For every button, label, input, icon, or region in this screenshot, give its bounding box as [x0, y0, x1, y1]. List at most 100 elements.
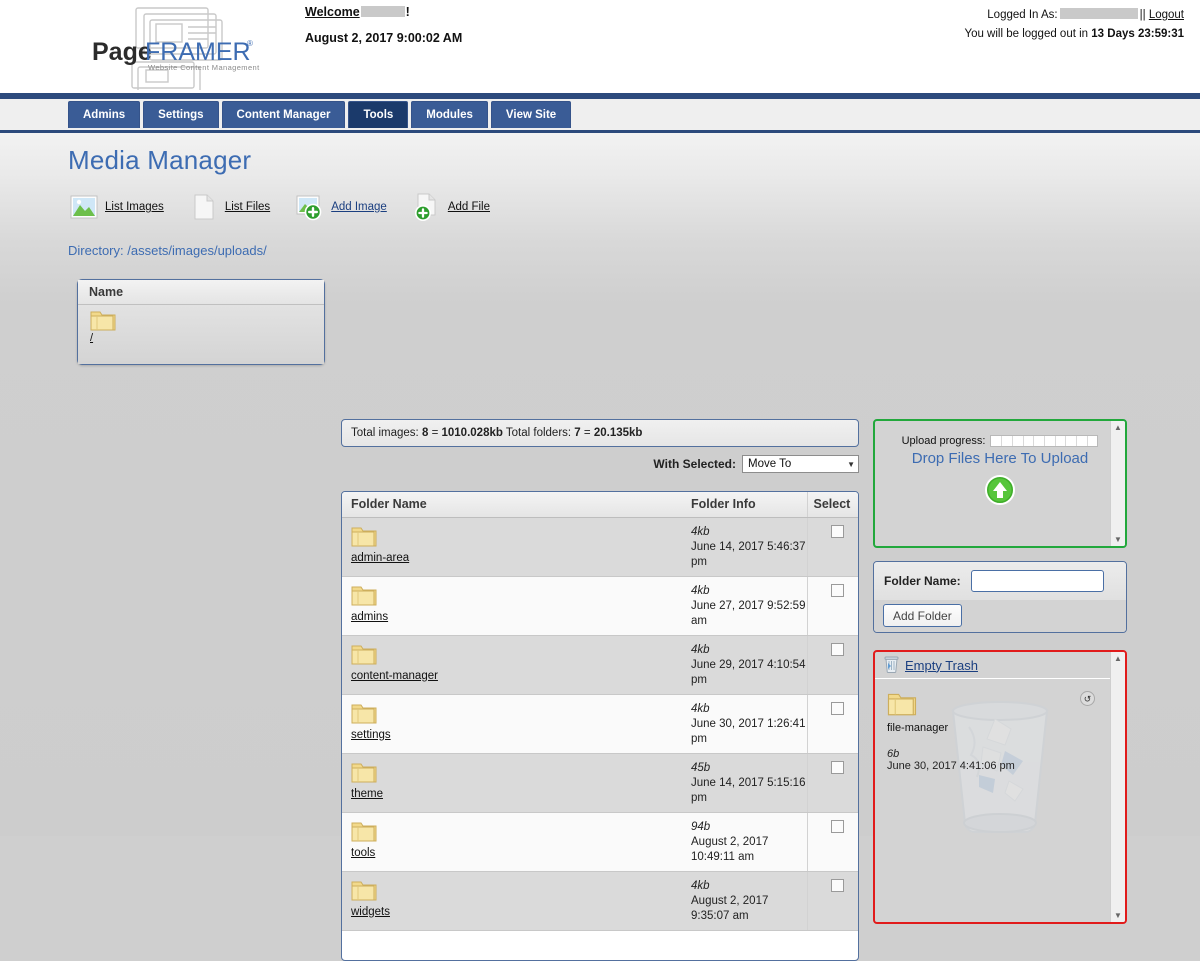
welcome-block: Welcome! August 2, 2017 9:00:02 AM — [305, 2, 462, 48]
folder-link[interactable]: settings — [351, 729, 391, 741]
scroll-down-icon[interactable]: ▼ — [1114, 911, 1122, 920]
upload-arrow-icon[interactable] — [875, 474, 1125, 509]
folder-link[interactable]: theme — [351, 788, 383, 800]
folder-link[interactable]: tools — [351, 847, 375, 859]
trash-item-size: 6b — [887, 748, 900, 760]
cell-folder-name[interactable]: settings — [342, 694, 682, 754]
add-image-label[interactable]: Add Image — [331, 201, 387, 213]
totals-summary: Total images: 8 = 1010.028kb Total folde… — [341, 419, 859, 447]
add-file-action[interactable]: Add File — [413, 193, 490, 221]
row-checkbox[interactable] — [830, 819, 844, 833]
folder-date: June 27, 2017 9:52:59 am — [691, 599, 806, 627]
welcome-line: Welcome! — [305, 2, 462, 22]
table-row: theme 45b June 14, 2017 5:15:16 pm — [342, 753, 858, 813]
trash-icon — [883, 654, 900, 676]
cell-folder-info: 4kb June 29, 2017 4:10:54 pm — [682, 635, 807, 695]
cell-folder-name[interactable]: content-manager — [342, 635, 682, 695]
add-folder-button[interactable]: Add Folder — [883, 604, 962, 627]
cell-select — [806, 753, 858, 813]
folder-tree-panel: Name / — [77, 279, 325, 365]
cell-folder-name[interactable]: widgets — [342, 871, 682, 931]
cell-select — [806, 635, 858, 695]
logged-in-line: Logged In As: || Logout — [964, 6, 1184, 25]
table-row: settings 4kb June 30, 2017 1:26:41 pm — [342, 694, 858, 754]
nav-tab-admins[interactable]: Admins — [68, 101, 141, 128]
totals-eq1: = — [431, 427, 439, 439]
folder-size: 94b — [691, 820, 711, 833]
list-files-action[interactable]: List Files — [190, 193, 270, 221]
folder-date: June 14, 2017 5:15:16 pm — [691, 776, 806, 804]
logout-notice-prefix: You will be logged out in — [964, 28, 1089, 40]
row-checkbox[interactable] — [830, 760, 844, 774]
with-selected-dropdown[interactable]: Move To ▼ — [742, 455, 859, 473]
pageframer-logo: Page FRAMER ® Website Content Management — [88, 4, 278, 90]
scroll-down-icon[interactable]: ▼ — [1114, 535, 1122, 544]
row-checkbox[interactable] — [830, 878, 844, 892]
row-checkbox[interactable] — [830, 642, 844, 656]
row-checkbox[interactable] — [830, 701, 844, 715]
cell-folder-name[interactable]: admin-area — [342, 517, 682, 577]
folder-icon — [351, 763, 377, 788]
nav-tab-view-site[interactable]: View Site — [490, 101, 572, 128]
folder-size: 4kb — [691, 584, 710, 597]
row-checkbox[interactable] — [830, 583, 844, 597]
upload-progress-label: Upload progress: — [901, 435, 986, 447]
welcome-link[interactable]: Welcome — [305, 5, 360, 19]
folder-tree-root-link[interactable]: / — [90, 332, 324, 344]
directory-breadcrumb: Directory: /assets/images/uploads/ — [68, 243, 267, 258]
folder-link[interactable]: content-manager — [351, 670, 438, 682]
nav-tab-content-manager[interactable]: Content Manager — [221, 101, 346, 128]
totals-images-size: 1010.028kb — [441, 427, 503, 439]
folder-tree-root[interactable]: / — [90, 309, 324, 344]
column-folder-info: Folder Info — [682, 492, 807, 518]
page-title: Media Manager — [68, 145, 252, 175]
add-file-label[interactable]: Add File — [448, 201, 490, 213]
folder-name-input[interactable] — [970, 570, 1104, 592]
logout-link[interactable]: Logout — [1149, 9, 1184, 21]
table-row: tools 94b August 2, 2017 10:49:11 am — [342, 812, 858, 872]
totals-images-count: 8 — [421, 427, 429, 439]
add-folder-button-row: Add Folder — [874, 600, 1126, 632]
cell-folder-name[interactable]: tools — [342, 812, 682, 872]
folder-link[interactable]: admin-area — [351, 552, 409, 564]
column-select: Select — [806, 492, 858, 518]
trash-header[interactable]: Empty Trash — [875, 652, 1125, 679]
folder-size: 4kb — [691, 879, 710, 892]
folder-date: August 2, 2017 9:35:07 am — [691, 894, 769, 922]
trash-item-date: June 30, 2017 4:41:06 pm — [887, 760, 1015, 772]
add-image-action[interactable]: Add Image — [296, 193, 387, 221]
login-status-block: Logged In As: || Logout You will be logge… — [964, 6, 1184, 44]
cell-folder-name[interactable]: theme — [342, 753, 682, 813]
folder-icon — [887, 693, 917, 721]
folder-icon — [351, 527, 377, 552]
table-row: content-manager 4kb June 29, 2017 4:10:5… — [342, 635, 858, 695]
folder-link[interactable]: admins — [351, 611, 388, 623]
list-images-action[interactable]: List Images — [70, 193, 164, 221]
logout-countdown: 13 Days 23:59:31 — [1091, 28, 1184, 40]
upload-dropzone-panel[interactable]: Upload progress: Drop Files Here To Uplo… — [873, 419, 1127, 548]
redacted-account — [1059, 8, 1138, 19]
scroll-up-icon[interactable]: ▲ — [1114, 423, 1122, 432]
nav-tab-settings[interactable]: Settings — [143, 101, 219, 128]
restore-icon[interactable]: ↺ — [1080, 691, 1095, 706]
list-files-label[interactable]: List Files — [225, 201, 270, 213]
empty-trash-link[interactable]: Empty Trash — [905, 658, 978, 673]
table-row: admins 4kb June 27, 2017 9:52:59 am — [342, 576, 858, 636]
nav-tab-tools[interactable]: Tools — [348, 101, 409, 128]
folder-link[interactable]: widgets — [351, 906, 390, 918]
upload-scrollbar[interactable]: ▲ ▼ — [1110, 421, 1125, 546]
folder-date: August 2, 2017 10:49:11 am — [691, 835, 769, 863]
cell-folder-info: 4kb June 30, 2017 1:26:41 pm — [682, 694, 807, 754]
cell-folder-name[interactable]: admins — [342, 576, 682, 636]
media-toolbar: List Images List Files Add Image Add Fil… — [70, 193, 516, 221]
folder-table-body: admin-area 4kb June 14, 2017 5:46:37 pm — [342, 517, 858, 931]
row-checkbox[interactable] — [830, 524, 844, 538]
with-selected-label: With Selected: — [653, 457, 736, 471]
trash-panel: Empty Trash file-manager 6b June 30, 201… — [873, 650, 1127, 924]
nav-tab-modules[interactable]: Modules — [411, 101, 488, 128]
totals-images-label: Total images: — [351, 427, 419, 439]
folder-tree-header: Name — [78, 280, 324, 305]
list-images-label[interactable]: List Images — [105, 201, 164, 213]
scroll-up-icon[interactable]: ▲ — [1114, 654, 1122, 663]
trash-scrollbar[interactable]: ▲ ▼ — [1110, 652, 1125, 922]
